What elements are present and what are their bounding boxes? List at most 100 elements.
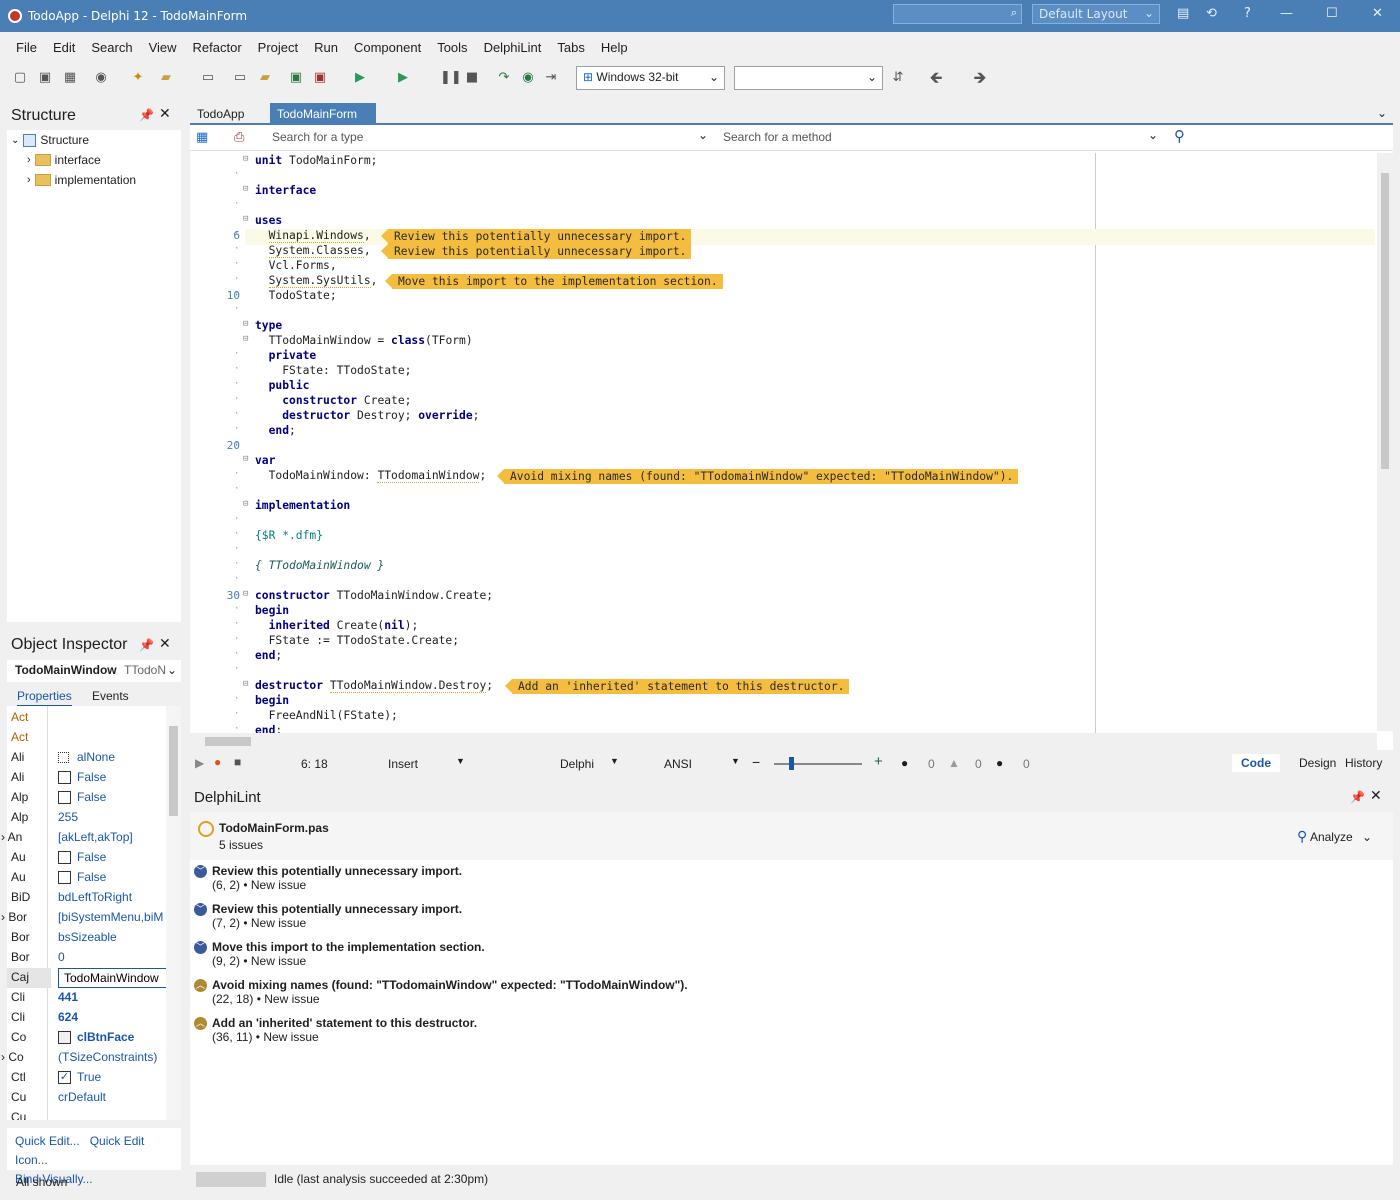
play-icon[interactable]: ▶ (195, 756, 204, 770)
menu-file[interactable]: File (8, 40, 45, 55)
caption-input[interactable]: TodoMainWindow (58, 968, 170, 988)
record-icon[interactable]: ● (214, 755, 221, 769)
zoom-out-icon[interactable]: − (752, 754, 760, 770)
tab-properties[interactable]: Properties (17, 689, 72, 707)
pin-icon[interactable]: 📌 (139, 108, 154, 122)
layout-config-icon[interactable]: ⟲ (1206, 6, 1217, 21)
checkbox-value[interactable]: False (58, 770, 170, 784)
component-selector[interactable]: TodoMainWindow TTodoN ⌄ (7, 660, 181, 682)
quick-edit-link[interactable]: Quick Edit... (15, 1134, 80, 1148)
class-icon[interactable]: ▦ (196, 130, 208, 145)
save-all-icon[interactable]: ▭ (232, 70, 248, 86)
fold-icon[interactable]: ⊟ (243, 184, 248, 194)
fold-icon[interactable]: ⊟ (243, 319, 248, 329)
config-action-icon[interactable]: ⇵ (890, 70, 906, 86)
open-project-icon[interactable]: ▰ (257, 70, 273, 86)
checkbox-value[interactable]: False (58, 870, 170, 884)
new-unit-icon[interactable]: ▦ (62, 70, 78, 86)
print-icon[interactable]: ⎙ (234, 130, 244, 145)
menu-delphilint[interactable]: DelphiLint (476, 40, 550, 55)
tree-root[interactable]: ⌄ Structure (11, 130, 89, 150)
collapse-icon[interactable]: ⌄ (11, 135, 19, 146)
menu-refactor[interactable]: Refactor (185, 40, 250, 55)
chevron-down-icon[interactable]: ▼ (731, 756, 740, 766)
minimize-icon[interactable]: — (1280, 6, 1293, 21)
close-icon[interactable]: ✕ (159, 636, 171, 652)
insert-mode[interactable]: Insert (388, 757, 418, 771)
fold-icon[interactable]: ⊟ (243, 589, 248, 599)
add-file-icon[interactable]: ▣ (288, 70, 304, 86)
new-items-icon[interactable]: ▢ (12, 70, 28, 86)
checkbox[interactable] (58, 870, 71, 884)
menu-project[interactable]: Project (250, 40, 306, 55)
fold-icon[interactable]: ⊟ (243, 499, 248, 509)
maximize-icon[interactable]: ☐ (1326, 6, 1338, 21)
back-icon[interactable]: 🡸 (928, 70, 944, 86)
new-form-icon[interactable]: ▣ (37, 70, 53, 86)
menu-run[interactable]: Run (306, 40, 346, 55)
fold-icon[interactable]: ⊟ (243, 154, 248, 164)
issue-item[interactable]: ﹀ Review this potentially unnecessary imp… (194, 902, 462, 930)
issue-item[interactable]: ﹀ Review this potentially unnecessary imp… (194, 864, 462, 892)
remove-file-icon[interactable]: ▣ (312, 70, 328, 86)
stop-icon[interactable]: ■ (464, 70, 480, 86)
trace-into-icon[interactable]: ↷ (496, 70, 512, 86)
type-search-input[interactable]: Search for a type (272, 130, 363, 144)
tab-todomainform[interactable]: TodoMainForm ✕ (270, 103, 376, 135)
zoom-slider[interactable] (774, 757, 862, 770)
issue-item[interactable]: ︿ Add an 'inherited' statement to this de… (194, 1016, 477, 1044)
menu-edit[interactable]: Edit (45, 40, 83, 55)
checkbox-value[interactable]: False (58, 850, 170, 864)
close-icon[interactable]: ✕ (159, 106, 171, 122)
run-to-cursor-icon[interactable]: ⇥ (543, 70, 559, 86)
code-view-tab[interactable]: Code (1232, 754, 1280, 772)
expand-icon[interactable]: › (1, 830, 8, 844)
code-editor[interactable]: ▦ ⎙ Search for a type ⌄ Search for a met… (190, 125, 1393, 750)
run-without-debug-icon[interactable]: ▶ (395, 70, 411, 86)
checkbox-value[interactable]: ✓ True (58, 1070, 170, 1084)
menu-component[interactable]: Component (346, 40, 429, 55)
layout-save-icon[interactable]: ▤ (1177, 6, 1189, 21)
fold-icon[interactable]: ⊟ (243, 679, 248, 689)
analyze-button[interactable]: ⚲ Analyze ⌄ (1297, 828, 1372, 845)
fold-icon[interactable]: ⊟ (243, 334, 248, 344)
chevron-down-icon[interactable]: ⌄ (698, 128, 708, 142)
expand-icon[interactable]: › (27, 154, 31, 166)
lint-hint[interactable]: Review this potentially unnecessary impo… (380, 244, 692, 259)
menu-search[interactable]: Search (83, 40, 140, 55)
tree-item-interface[interactable]: › interface (27, 150, 101, 170)
web-icon[interactable]: ◉ (93, 70, 109, 86)
pause-icon[interactable]: ❚❚ (440, 70, 462, 86)
stop-icon[interactable]: ■ (234, 755, 241, 769)
close-icon[interactable]: ✕ (1372, 6, 1383, 21)
lint-hint[interactable]: Move this import to the implementation s… (385, 274, 723, 289)
save-icon[interactable]: ▭ (200, 70, 216, 86)
menu-view[interactable]: View (141, 40, 185, 55)
checkbox-checked[interactable]: ✓ (58, 1070, 71, 1084)
menu-help[interactable]: Help (593, 40, 636, 55)
search-icon[interactable]: ⚲ (1174, 127, 1185, 145)
language[interactable]: Delphi (560, 757, 594, 771)
vertical-scrollbar[interactable] (1377, 153, 1393, 731)
platform-select[interactable]: ⊞ Windows 32-bit ⌄ (576, 66, 725, 90)
tab-events[interactable]: Events (92, 689, 129, 703)
issue-item[interactable]: ﹀ Move this import to the implementation … (194, 940, 485, 968)
checkbox[interactable] (58, 770, 71, 784)
forward-icon[interactable]: 🡺 (972, 70, 988, 86)
horizontal-scrollbar[interactable] (190, 733, 1377, 750)
menu-tabs[interactable]: Tabs (549, 40, 592, 55)
color-value[interactable]: clBtnFace (58, 1030, 170, 1044)
issue-item[interactable]: ︿ Avoid mixing names (found: "TTodomainWi… (194, 978, 688, 1006)
tree-item-implementation[interactable]: › implementation (27, 170, 136, 190)
checkbox-value[interactable]: False (58, 790, 170, 804)
expand-icon[interactable]: › (27, 174, 31, 186)
step-over-icon[interactable]: ◉ (520, 70, 536, 86)
method-search-input[interactable]: Search for a method (723, 130, 832, 144)
chevron-down-icon[interactable]: ⌄ (1148, 128, 1158, 142)
design-view-tab[interactable]: Design (1296, 754, 1339, 772)
lint-hint[interactable]: Avoid mixing names (found: "TTodomainWin… (496, 469, 1019, 484)
fold-icon[interactable]: ⊟ (243, 454, 248, 464)
new-icon[interactable]: ✦ (130, 70, 146, 86)
checkbox[interactable] (58, 850, 71, 864)
encoding[interactable]: ANSI (664, 757, 692, 771)
